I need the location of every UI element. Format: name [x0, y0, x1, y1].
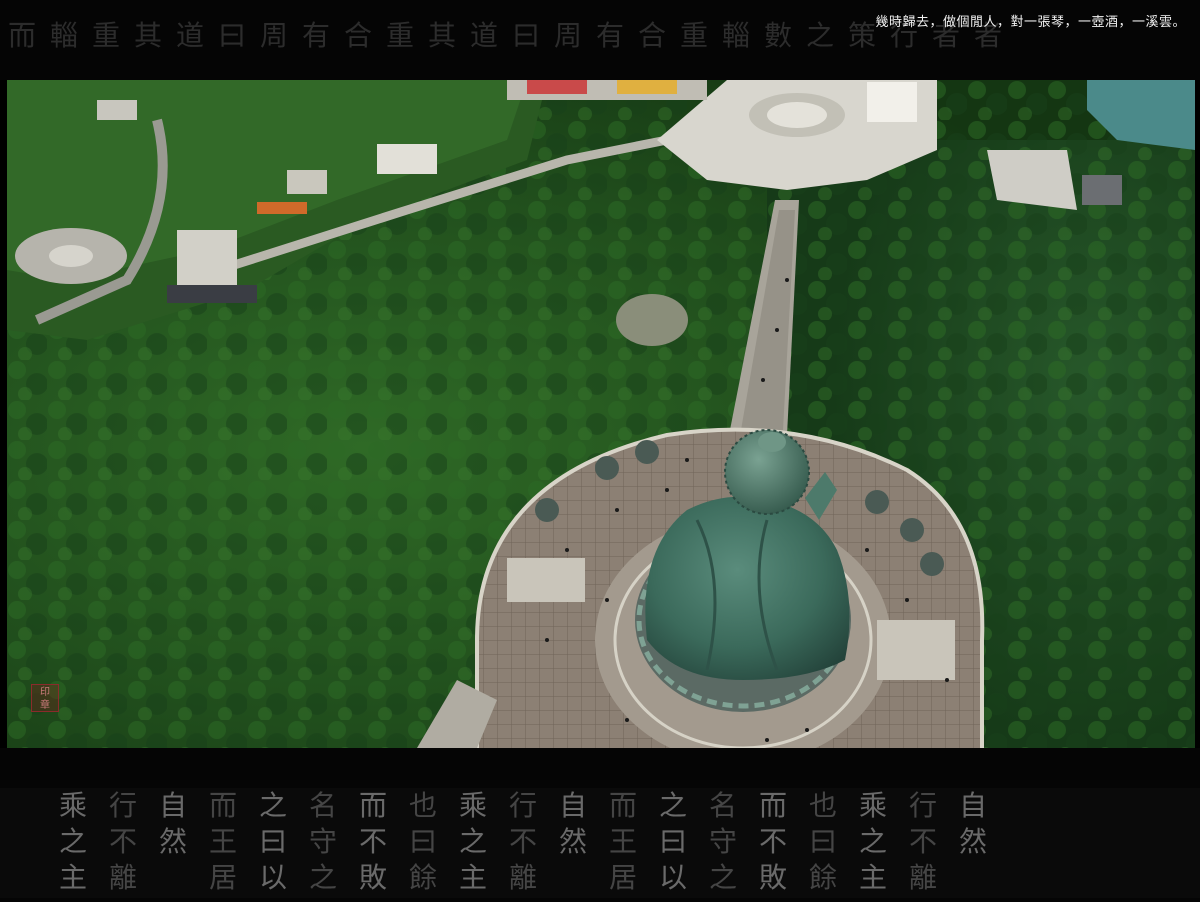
top-calligraphy: 而輜重其道曰周有合重其道曰周有合重輜數之策行者者 [8, 19, 1017, 52]
calligraphy-column: 而王居 [608, 789, 637, 894]
calligraphy-column: 而王居 [208, 789, 237, 894]
top-calligraphy-band: 而輜重其道曰周有合重其道曰周有合重輜數之策行者者 幾時歸去，做個閒人，對一張琴，… [0, 0, 1200, 80]
calligraphy-column: 自然 [158, 789, 187, 858]
bottom-calligraphy: 乘之主行不離自然而王居之曰以名守之而不敗也曰餘乘之主行不離自然而王居之曰以名守之… [48, 788, 1198, 900]
calligraphy-column: 而不敗 [358, 789, 387, 894]
calligraphy-column: 之曰以 [658, 789, 687, 894]
calligraphy-column: 乘之主 [858, 789, 887, 894]
calligraphy-column: 自然 [558, 789, 587, 858]
poem-caption: 幾時歸去，做個閒人，對一張琴，一壺酒，一溪雲。 [875, 15, 1186, 30]
calligraphy-column: 行不離 [908, 789, 937, 894]
calligraphy-column: 也曰餘 [408, 789, 437, 894]
bottom-calligraphy-band: 乘之主行不離自然而王居之曰以名守之而不敗也曰餘乘之主行不離自然而王居之曰以名守之… [0, 748, 1200, 902]
aerial-photo-buddha [7, 80, 1195, 748]
calligraphy-column: 行不離 [108, 789, 137, 894]
calligraphy-column: 自然 [958, 789, 987, 858]
red-seal-stamp: 印章 [31, 684, 59, 712]
calligraphy-column: 也曰餘 [808, 789, 837, 894]
calligraphy-column: 名守之 [308, 789, 337, 894]
calligraphy-column: 而不敗 [758, 789, 787, 894]
calligraphy-column: 乘之主 [458, 789, 487, 894]
calligraphy-column: 名守之 [708, 789, 737, 894]
calligraphy-column: 之曰以 [258, 789, 287, 894]
calligraphy-column: 乘之主 [58, 789, 87, 894]
calligraphy-column: 行不離 [508, 789, 537, 894]
